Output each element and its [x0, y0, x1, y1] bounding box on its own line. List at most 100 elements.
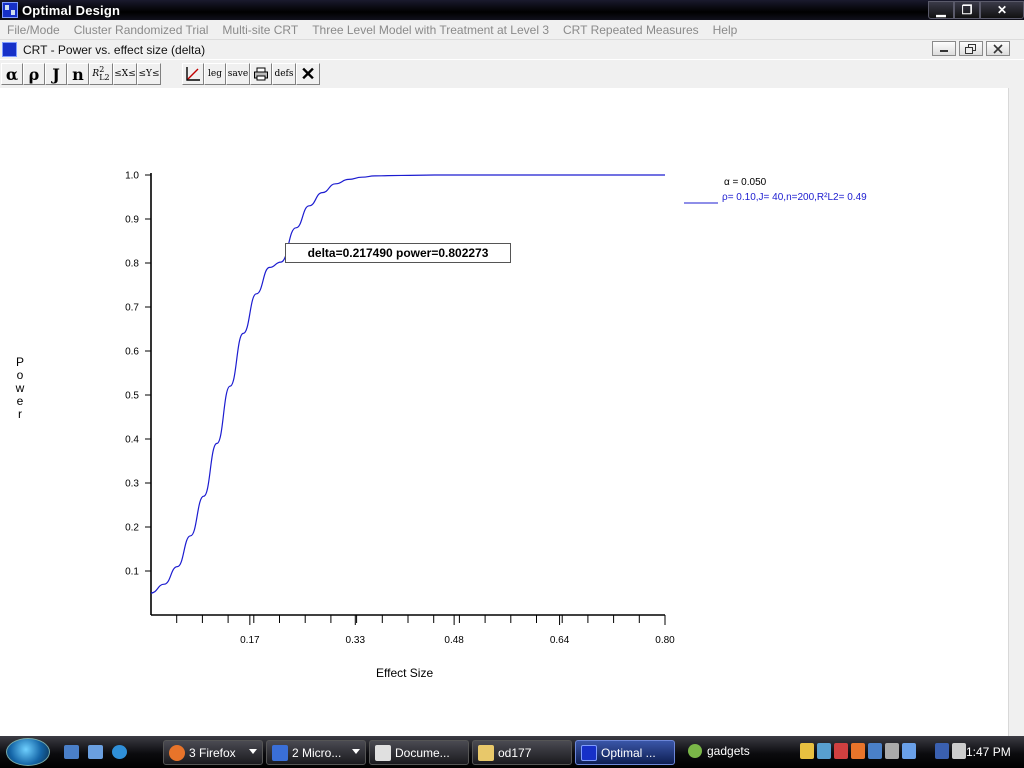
close-button[interactable]: ✕	[980, 1, 1024, 19]
y-tick-label: 0.7	[125, 303, 139, 314]
y-tick-label: 0.1	[125, 567, 139, 578]
child-window-controls	[932, 41, 1010, 56]
folder-icon	[478, 744, 494, 761]
legend-entry: ρ= 0.10,J= 40,n=200,R²L2= 0.49	[722, 192, 867, 203]
child-minimize-button[interactable]	[932, 41, 956, 56]
child-window-title: CRT - Power vs. effect size (delta)	[23, 42, 206, 57]
x-axis-label: Effect Size	[376, 666, 434, 680]
internet-explorer-icon[interactable]	[112, 745, 127, 759]
y-axis-label-letter: r	[18, 407, 22, 421]
y-tick-label: 0.8	[125, 259, 139, 270]
title-bar[interactable]: Optimal Design ▁ ❐ ✕	[0, 0, 1024, 20]
gadgets-icon	[688, 744, 702, 758]
n-button[interactable]: n	[67, 63, 89, 85]
tray-update-icon[interactable]	[868, 743, 882, 759]
y-tick-label: 0.9	[125, 215, 139, 226]
window-controls: ▁ ❐ ✕	[928, 0, 1024, 20]
x-tick-label: 0.48	[444, 635, 464, 646]
child-window-icon[interactable]	[2, 42, 17, 57]
r2-sub: L2	[99, 73, 110, 82]
defs-button[interactable]: defs	[272, 63, 296, 85]
menu-file-mode[interactable]: File/Mode	[7, 23, 60, 37]
close-icon	[993, 43, 1003, 54]
y-axis-label: Power	[14, 356, 26, 421]
series-lines	[150, 174, 665, 594]
child-close-button[interactable]	[986, 41, 1010, 56]
alpha-value-label: α = 0.050	[724, 177, 767, 188]
child-restore-button[interactable]	[959, 41, 983, 56]
maximize-button[interactable]: ❐	[954, 1, 980, 19]
switch-windows-icon[interactable]	[88, 745, 103, 759]
tray-firefox-icon[interactable]	[851, 743, 865, 759]
document-icon	[375, 744, 391, 761]
toolbar: α ρ J n R 2 L2 ≤X≤ ≤Y≤ leg save defs ✕	[0, 60, 1024, 88]
gadgets-label: gadgets	[707, 744, 750, 758]
power-chart: 0.1 0.2 0.3 0.4 0.5 0.6 0.7 0.8 0.9 1.0 0.17 0.33 0.…	[125, 171, 718, 647]
tray-security-icon[interactable]	[834, 743, 848, 759]
legend-button[interactable]: leg	[204, 63, 226, 85]
alpha-button[interactable]: α	[1, 63, 23, 85]
application-window: Optimal Design ▁ ❐ ✕ File/Mode Cluster R…	[0, 0, 1024, 768]
restore-icon	[965, 43, 976, 54]
chevron-down-icon	[352, 749, 360, 754]
gadgets-toolbar[interactable]: gadgets	[688, 744, 750, 758]
menu-three-level-model[interactable]: Three Level Model with Treatment at Leve…	[312, 23, 549, 37]
child-window-caption[interactable]: CRT - Power vs. effect size (delta)	[0, 40, 1024, 59]
tray-volume-icon[interactable]	[952, 743, 966, 759]
axes	[150, 173, 665, 616]
y-tick-label: 1.0	[125, 171, 139, 182]
word-icon	[272, 744, 288, 761]
firefox-icon	[169, 744, 185, 761]
vertical-scrollbar[interactable]	[1008, 88, 1024, 736]
taskbar: 3 Firefox 2 Micro... Docume... od177 Opt…	[0, 736, 1024, 768]
menu-bar: File/Mode Cluster Randomized Trial Multi…	[0, 20, 1024, 40]
save-button[interactable]: save	[226, 63, 250, 85]
minimize-button[interactable]: ▁	[928, 1, 954, 19]
taskbar-optimal-label: Optimal ...	[601, 745, 656, 760]
taskbar-od177-label: od177	[498, 745, 532, 760]
y-range-button[interactable]: ≤Y≤	[137, 63, 161, 85]
x-tick-label: 0.64	[550, 635, 570, 646]
series-line-0	[150, 174, 665, 594]
taskbar-firefox[interactable]: 3 Firefox	[163, 740, 263, 765]
rho-button[interactable]: ρ	[23, 63, 45, 85]
j-button[interactable]: J	[45, 63, 67, 85]
x-tick-label: 0.80	[655, 635, 675, 646]
taskbar-documents[interactable]: Docume...	[369, 740, 469, 765]
menu-multi-site-crt[interactable]: Multi-site CRT	[222, 23, 298, 37]
tray-mail-icon[interactable]	[800, 743, 814, 759]
start-button[interactable]	[6, 738, 50, 766]
x-range-button[interactable]: ≤X≤	[113, 63, 137, 85]
taskbar-firefox-label: 3 Firefox	[189, 745, 236, 760]
system-tray	[800, 743, 966, 763]
plot-area: 0.1 0.2 0.3 0.4 0.5 0.6 0.7 0.8 0.9 1.0 0.17 0.33 0.…	[0, 88, 1008, 736]
taskbar-microsoft[interactable]: 2 Micro...	[266, 740, 366, 765]
menu-crt-repeated-measures[interactable]: CRT Repeated Measures	[563, 23, 699, 37]
axes-button[interactable]	[182, 63, 204, 85]
tray-monitor-icon[interactable]	[935, 743, 949, 759]
r2-base: R	[92, 69, 100, 79]
minimize-icon	[940, 49, 948, 52]
close-plot-button[interactable]: ✕	[296, 63, 320, 85]
taskbar-od177[interactable]: od177	[472, 740, 572, 765]
tick-marks: 0.1 0.2 0.3 0.4 0.5 0.6 0.7 0.8 0.9 1.0 0.17 0.33 0.…	[125, 171, 675, 647]
print-button[interactable]	[250, 63, 272, 85]
taskbar-microsoft-label: 2 Micro...	[292, 745, 342, 760]
optimal-design-app-icon[interactable]	[2, 2, 18, 18]
tray-network-icon[interactable]	[817, 743, 831, 759]
y-tick-label: 0.3	[125, 479, 139, 490]
tray-display-icon[interactable]	[902, 743, 916, 759]
taskbar-documents-label: Docume...	[395, 745, 450, 760]
printer-icon	[254, 67, 268, 81]
menu-cluster-randomized-trial[interactable]: Cluster Randomized Trial	[74, 23, 209, 37]
taskbar-clock[interactable]: 1:47 PM	[966, 745, 1011, 759]
show-desktop-icon[interactable]	[64, 745, 79, 759]
axes-icon	[186, 67, 200, 81]
r2-button[interactable]: R 2 L2	[89, 63, 113, 85]
taskbar-optimal-design[interactable]: Optimal ...	[575, 740, 675, 765]
optimal-design-icon	[581, 744, 597, 761]
tray-clock-icon[interactable]	[885, 743, 899, 759]
y-tick-label: 0.4	[125, 435, 139, 446]
x-tick-label: 0.33	[346, 635, 366, 646]
menu-help[interactable]: Help	[713, 23, 738, 37]
